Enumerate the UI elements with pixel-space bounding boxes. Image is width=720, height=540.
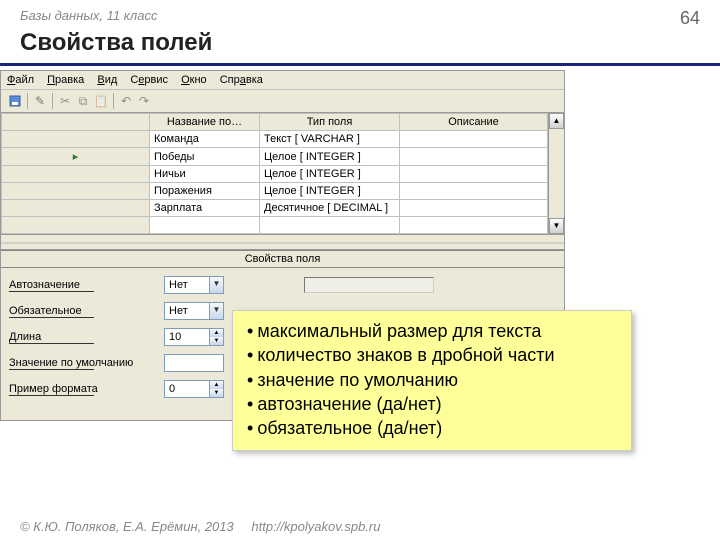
- cell-name[interactable]: Команда: [150, 131, 260, 148]
- menubar[interactable]: ФФайлайл Правка Вид Сервис Окно Справка: [1, 71, 564, 90]
- cell-name[interactable]: Зарплата: [150, 200, 260, 217]
- cell-desc[interactable]: [400, 131, 548, 148]
- scroll-track[interactable]: [549, 129, 564, 218]
- row-marker-current[interactable]: ▸: [2, 148, 150, 166]
- label-format: Пример формата: [9, 383, 164, 395]
- row-marker[interactable]: [2, 166, 150, 183]
- menu-help[interactable]: Справка: [220, 74, 263, 86]
- edit-icon[interactable]: ✎: [32, 93, 48, 109]
- page-number: 64: [680, 8, 700, 29]
- row-marker[interactable]: [2, 131, 150, 148]
- menu-edit[interactable]: Правка: [47, 74, 84, 86]
- spin-down-icon[interactable]: ▼: [210, 337, 223, 345]
- spin-up-icon[interactable]: ▲: [210, 329, 223, 337]
- callout-item: обязательное (да/нет): [247, 416, 617, 440]
- cell-type[interactable]: Текст [ VARCHAR ]: [260, 131, 400, 148]
- input-length[interactable]: [164, 328, 210, 346]
- undo-icon[interactable]: ↶: [118, 93, 134, 109]
- menu-file[interactable]: ФФайлайл: [7, 74, 34, 86]
- col-header-name[interactable]: Название по…: [150, 114, 260, 131]
- table-row[interactable]: ▸ПобедыЦелое [ INTEGER ]: [2, 148, 548, 166]
- cell-type[interactable]: Целое [ INTEGER ]: [260, 166, 400, 183]
- callout-item: количество знаков в дробной части: [247, 343, 617, 367]
- menu-service[interactable]: Сервис: [130, 74, 168, 86]
- row-marker[interactable]: [2, 183, 150, 200]
- cut-icon[interactable]: ✂: [57, 93, 73, 109]
- combo-required[interactable]: Нет▼: [164, 302, 224, 320]
- chevron-down-icon[interactable]: ▼: [209, 303, 223, 319]
- combo-value: Нет: [165, 305, 209, 317]
- cell-desc[interactable]: [400, 166, 548, 183]
- table-row[interactable]: КомандаТекст [ VARCHAR ]: [2, 131, 548, 148]
- label-default: Значение по умолчанию: [9, 357, 164, 369]
- cell-type[interactable]: Десятичное [ DECIMAL ]: [260, 200, 400, 217]
- preview-box: [304, 277, 434, 293]
- table-row[interactable]: ЗарплатаДесятичное [ DECIMAL ]: [2, 200, 548, 217]
- cell-name[interactable]: Поражения: [150, 183, 260, 200]
- copy-icon[interactable]: ⧉: [75, 93, 91, 109]
- separator: [113, 93, 114, 109]
- combo-autovalue[interactable]: Нет▼: [164, 276, 224, 294]
- title-rule: [0, 63, 720, 66]
- callout-item: автозначение (да/нет): [247, 392, 617, 416]
- cell-name[interactable]: Ничьи: [150, 166, 260, 183]
- properties-header: Свойства поля: [1, 250, 564, 268]
- table-row[interactable]: НичьиЦелое [ INTEGER ]: [2, 166, 548, 183]
- redo-icon[interactable]: ↷: [136, 93, 152, 109]
- spin-down-icon[interactable]: ▼: [210, 389, 223, 397]
- spin-up-icon[interactable]: ▲: [210, 381, 223, 389]
- corner-cell: [2, 114, 150, 131]
- callout-item: максимальный размер для текста: [247, 319, 617, 343]
- combo-value: Нет: [165, 279, 209, 291]
- separator: [27, 93, 28, 109]
- input-default[interactable]: [164, 354, 224, 372]
- scroll-down-icon[interactable]: ▼: [549, 218, 564, 234]
- footer-link[interactable]: http://kpolyakov.spb.ru: [251, 519, 380, 534]
- table-row[interactable]: ПораженияЦелое [ INTEGER ]: [2, 183, 548, 200]
- scrollbar-vertical[interactable]: ▲ ▼: [548, 113, 564, 234]
- cell-desc[interactable]: [400, 183, 548, 200]
- callout-item: значение по умолчанию: [247, 368, 617, 392]
- copyright: © К.Ю. Поляков, Е.А. Ерёмин, 2013: [20, 519, 234, 534]
- annotation-callout: максимальный размер для текста количеств…: [232, 310, 632, 451]
- table-row-empty[interactable]: [2, 217, 548, 234]
- label-autovalue: Автозначение: [9, 279, 164, 291]
- label-required: Обязательное: [9, 305, 164, 317]
- separator: [52, 93, 53, 109]
- menu-view[interactable]: Вид: [97, 74, 117, 86]
- breadcrumb: Базы данных, 11 класс: [20, 8, 157, 29]
- cell-type[interactable]: Целое [ INTEGER ]: [260, 148, 400, 166]
- scroll-up-icon[interactable]: ▲: [549, 113, 564, 129]
- label-length: Длина: [9, 331, 164, 343]
- spinner-format[interactable]: ▲▼: [164, 380, 224, 398]
- menu-window[interactable]: Окно: [181, 74, 207, 86]
- input-format[interactable]: [164, 380, 210, 398]
- col-header-type[interactable]: Тип поля: [260, 114, 400, 131]
- paste-icon[interactable]: 📋: [93, 93, 109, 109]
- spinner-length[interactable]: ▲▼: [164, 328, 224, 346]
- fields-table: Название по… Тип поля Описание КомандаТе…: [1, 113, 564, 234]
- cell-desc[interactable]: [400, 200, 548, 217]
- cell-name[interactable]: Победы: [150, 148, 260, 166]
- cell-desc[interactable]: [400, 148, 548, 166]
- toolbar: ✎ ✂ ⧉ 📋 ↶ ↷: [1, 90, 564, 113]
- save-icon[interactable]: [7, 93, 23, 109]
- col-header-desc[interactable]: Описание: [400, 114, 548, 131]
- slide-footer: © К.Ю. Поляков, Е.А. Ерёмин, 2013 http:/…: [20, 519, 380, 534]
- cell-type[interactable]: Целое [ INTEGER ]: [260, 183, 400, 200]
- splitter[interactable]: [1, 234, 564, 250]
- chevron-down-icon[interactable]: ▼: [209, 277, 223, 293]
- page-title: Свойства полей: [0, 29, 720, 63]
- row-marker[interactable]: [2, 200, 150, 217]
